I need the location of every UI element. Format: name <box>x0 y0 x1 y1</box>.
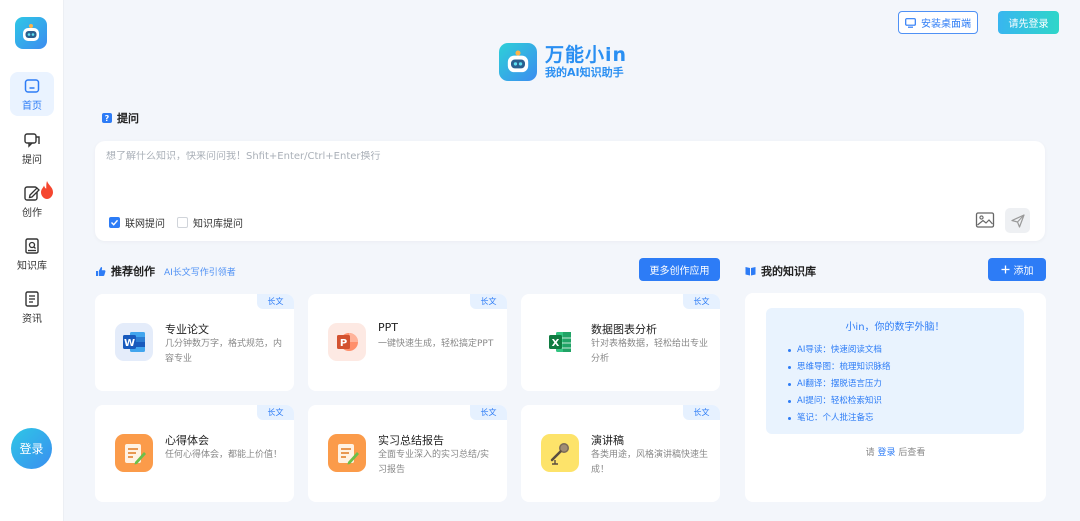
send-icon <box>1010 213 1025 228</box>
ask-section-title: ? 提问 <box>102 110 139 126</box>
sidebar-item-create[interactable]: 创作 <box>10 179 54 223</box>
notepad-icon <box>115 434 153 472</box>
knowledge-feature-list: AI导读：快速阅读文档 思维导图：梳理知识脉络 AI翻译：摆脱语言压力 AI提问… <box>788 342 891 427</box>
card-title: 专业论文 <box>165 323 209 336</box>
knowledge-section-title: 我的知识库 <box>745 263 816 279</box>
knowledge-panel: 小in，你的数字外脑！ AI导读：快速阅读文档 思维导图：梳理知识脉络 AI翻译… <box>745 293 1046 502</box>
web-search-checkbox[interactable]: 联网提问 <box>109 215 165 230</box>
sidebar-item-label: 提问 <box>22 154 42 166</box>
install-desktop-button[interactable]: 安装桌面端 <box>898 11 978 34</box>
create-card-reflection[interactable]: 长文 心得体会 任何心得体会，都能上价值！ <box>95 405 294 502</box>
plus-icon <box>1001 265 1009 274</box>
login-button[interactable]: 请先登录 <box>998 11 1059 34</box>
svg-text:W: W <box>124 338 135 349</box>
web-search-label: 联网提问 <box>125 219 165 230</box>
brand: 万能小in 我的AI知识助手 <box>499 43 627 81</box>
sidebar: 首页 提问 创作 知识库 资讯 登录 <box>0 0 64 521</box>
brand-slogan: 我的AI知识助手 <box>545 66 624 79</box>
sidebar-login-button[interactable]: 登录 <box>11 428 52 469</box>
add-knowledge-label: 添加 <box>1013 266 1034 277</box>
hot-flame-icon <box>41 181 53 199</box>
sidebar-item-label: 知识库 <box>17 260 47 272</box>
book-icon <box>25 237 39 254</box>
more-apps-button[interactable]: 更多创作应用 <box>639 258 720 281</box>
card-tag: 长文 <box>470 405 507 420</box>
open-book-icon <box>745 267 756 276</box>
question-icon: ? <box>102 113 112 123</box>
sidebar-item-label: 创作 <box>22 207 42 219</box>
brand-name: 万能小in <box>545 44 628 66</box>
list-item: AI导读：快速阅读文档 <box>788 342 891 359</box>
sidebar-item-label: 资讯 <box>22 313 42 325</box>
notepad-icon <box>328 434 366 472</box>
svg-text:P: P <box>340 338 347 349</box>
list-item: AI翻译：摆脱语言压力 <box>788 376 891 393</box>
create-card-speech[interactable]: 长文 演讲稿 各类用途，风格演讲稿快速生成！ <box>521 405 720 502</box>
card-title: 心得体会 <box>165 434 209 447</box>
card-tag: 长文 <box>257 405 294 420</box>
microphone-icon <box>541 434 579 472</box>
chat-icon <box>24 132 40 148</box>
send-button[interactable] <box>1005 208 1030 233</box>
ppt-icon: P <box>328 323 366 361</box>
knowledge-title: 我的知识库 <box>761 265 816 278</box>
create-subtitle[interactable]: AI长文写作引领者 <box>164 265 236 278</box>
card-title: 演讲稿 <box>591 434 624 447</box>
list-item: 思维导图：梳理知识脉络 <box>788 359 891 376</box>
create-title: 推荐创作 <box>111 265 155 278</box>
excel-icon: X <box>541 323 579 361</box>
checkbox-checked-icon <box>109 217 120 228</box>
create-card-chart-analysis[interactable]: 长文 X 数据图表分析 针对表格数据，轻松给出专业分析 <box>521 294 720 391</box>
card-tag: 长文 <box>257 294 294 309</box>
knowledge-intro: 小in，你的数字外脑！ <box>845 322 945 333</box>
knowledge-login-link[interactable]: 登录 <box>877 448 895 458</box>
sidebar-item-knowledge[interactable]: 知识库 <box>10 232 54 276</box>
create-card-ppt[interactable]: 长文 P PPT 一键快速生成，轻松搞定PPT <box>308 294 507 391</box>
monitor-icon <box>905 17 916 28</box>
card-tag: 长文 <box>683 294 720 309</box>
card-description: 各类用途，风格演讲稿快速生成！ <box>591 450 709 475</box>
svg-text:?: ? <box>105 114 110 123</box>
knowledge-login-hint: 请 登录 后查看 <box>865 448 926 458</box>
svg-text:X: X <box>552 338 560 349</box>
image-upload-icon[interactable] <box>975 211 995 229</box>
ask-box: 联网提问 知识库提问 <box>95 141 1045 241</box>
kb-search-label: 知识库提问 <box>193 219 243 230</box>
app-logo[interactable] <box>15 17 47 49</box>
brand-logo <box>499 43 537 81</box>
robot-logo-icon <box>507 50 529 73</box>
question-input[interactable] <box>106 151 1006 162</box>
robot-logo-icon <box>23 24 39 41</box>
install-desktop-label: 安装桌面端 <box>921 19 971 30</box>
list-item: 笔记：个人批注备忘 <box>788 410 891 427</box>
word-icon: W <box>115 323 153 361</box>
card-title: PPT <box>378 321 398 334</box>
sidebar-item-ask[interactable]: 提问 <box>10 126 54 170</box>
card-description: 任何心得体会，都能上价值！ <box>165 450 283 460</box>
checkbox-unchecked-icon <box>177 217 188 228</box>
home-icon <box>24 78 40 93</box>
thumbs-up-icon <box>96 266 106 276</box>
create-card-internship-report[interactable]: 长文 实习总结报告 全面专业深入的实习总结/实习报告 <box>308 405 507 502</box>
sidebar-item-label: 首页 <box>22 100 42 112</box>
list-item: AI提问：轻松检索知识 <box>788 393 891 410</box>
create-card-thesis[interactable]: 长文 W 专业论文 几分钟数万字，格式规范，内容专业 <box>95 294 294 391</box>
card-description: 全面专业深入的实习总结/实习报告 <box>378 450 490 475</box>
kb-search-checkbox[interactable]: 知识库提问 <box>177 215 243 230</box>
knowledge-intro-box: 小in，你的数字外脑！ AI导读：快速阅读文档 思维导图：梳理知识脉络 AI翻译… <box>766 308 1024 434</box>
add-knowledge-button[interactable]: 添加 <box>988 258 1046 281</box>
sidebar-item-news[interactable]: 资讯 <box>10 285 54 329</box>
sidebar-item-home[interactable]: 首页 <box>10 72 54 116</box>
create-section-title: 推荐创作 AI长文写作引领者 <box>95 263 236 279</box>
card-tag: 长文 <box>683 405 720 420</box>
card-description: 针对表格数据，轻松给出专业分析 <box>591 339 709 364</box>
card-description: 一键快速生成，轻松搞定PPT <box>378 339 494 349</box>
card-description: 几分钟数万字，格式规范，内容专业 <box>165 339 283 364</box>
card-title: 数据图表分析 <box>591 323 657 336</box>
news-icon <box>25 290 39 307</box>
card-tag: 长文 <box>470 294 507 309</box>
card-title: 实习总结报告 <box>378 434 444 447</box>
